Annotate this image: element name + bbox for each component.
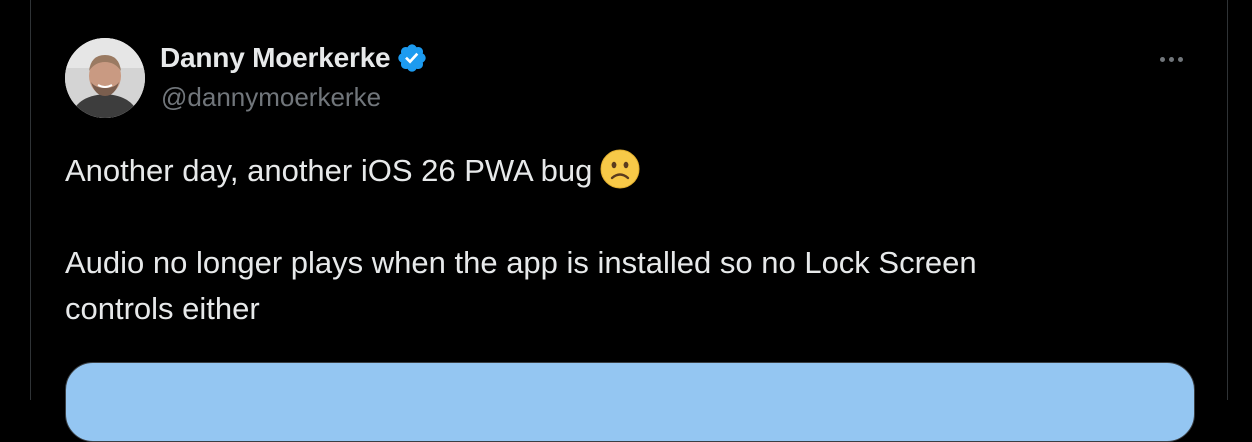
- tweet-text: Another day, another iOS 26 PWA bug Audi…: [65, 148, 1185, 332]
- slightly-frowning-face-icon: [600, 149, 640, 189]
- avatar[interactable]: [65, 38, 145, 118]
- dot: [1159, 56, 1165, 62]
- tweet-line-3: controls either: [65, 291, 260, 326]
- more-options-icon[interactable]: [1151, 44, 1191, 74]
- media-preview[interactable]: [65, 362, 1195, 442]
- author-handle[interactable]: @dannymoerkerke: [161, 82, 381, 113]
- tweet-line-1-text: Another day, another iOS 26 PWA bug: [65, 153, 593, 188]
- tweet-line-2: Audio no longer plays when the app is in…: [65, 245, 977, 280]
- author-display-name[interactable]: Danny Moerkerke: [160, 42, 391, 74]
- dot: [1168, 56, 1174, 62]
- dot: [1177, 56, 1183, 62]
- tweet-card[interactable]: Danny Moerkerke @dannymoerkerke Another …: [30, 0, 1228, 442]
- user-photo-icon: [65, 38, 145, 118]
- verified-badge-icon[interactable]: [396, 42, 428, 74]
- author-name-row[interactable]: Danny Moerkerke: [160, 42, 428, 74]
- tweet-line-1: Another day, another iOS 26 PWA bug: [65, 148, 1185, 194]
